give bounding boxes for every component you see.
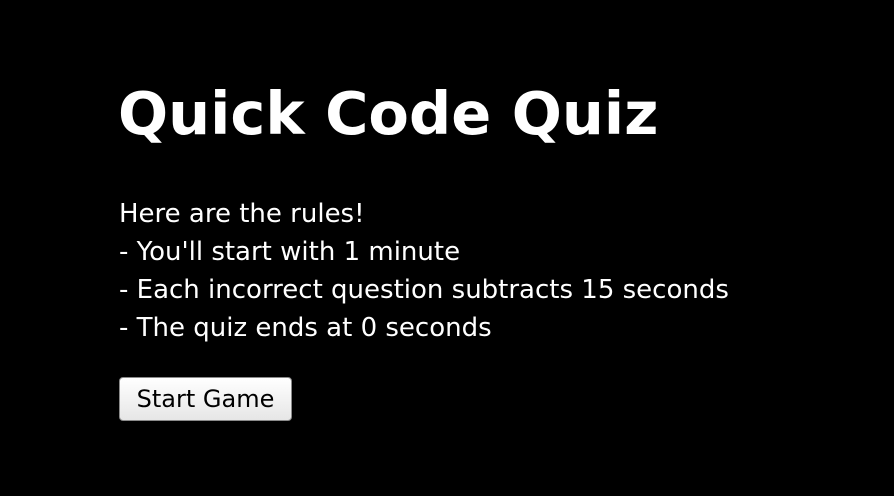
rule-item-start-time: - You'll start with 1 minute [119,237,461,267]
page-title: Quick Code Quiz [118,79,659,148]
quiz-start-page: Quick Code Quiz Here are the rules! - Yo… [0,0,894,496]
rules-block: Here are the rules! - You'll start with … [119,195,729,347]
rule-item-penalty: - Each incorrect question subtracts 15 s… [119,275,729,305]
rules-heading: Here are the rules! [119,199,365,229]
start-game-button[interactable]: Start Game [119,377,292,421]
rule-item-end: - The quiz ends at 0 seconds [119,313,492,343]
